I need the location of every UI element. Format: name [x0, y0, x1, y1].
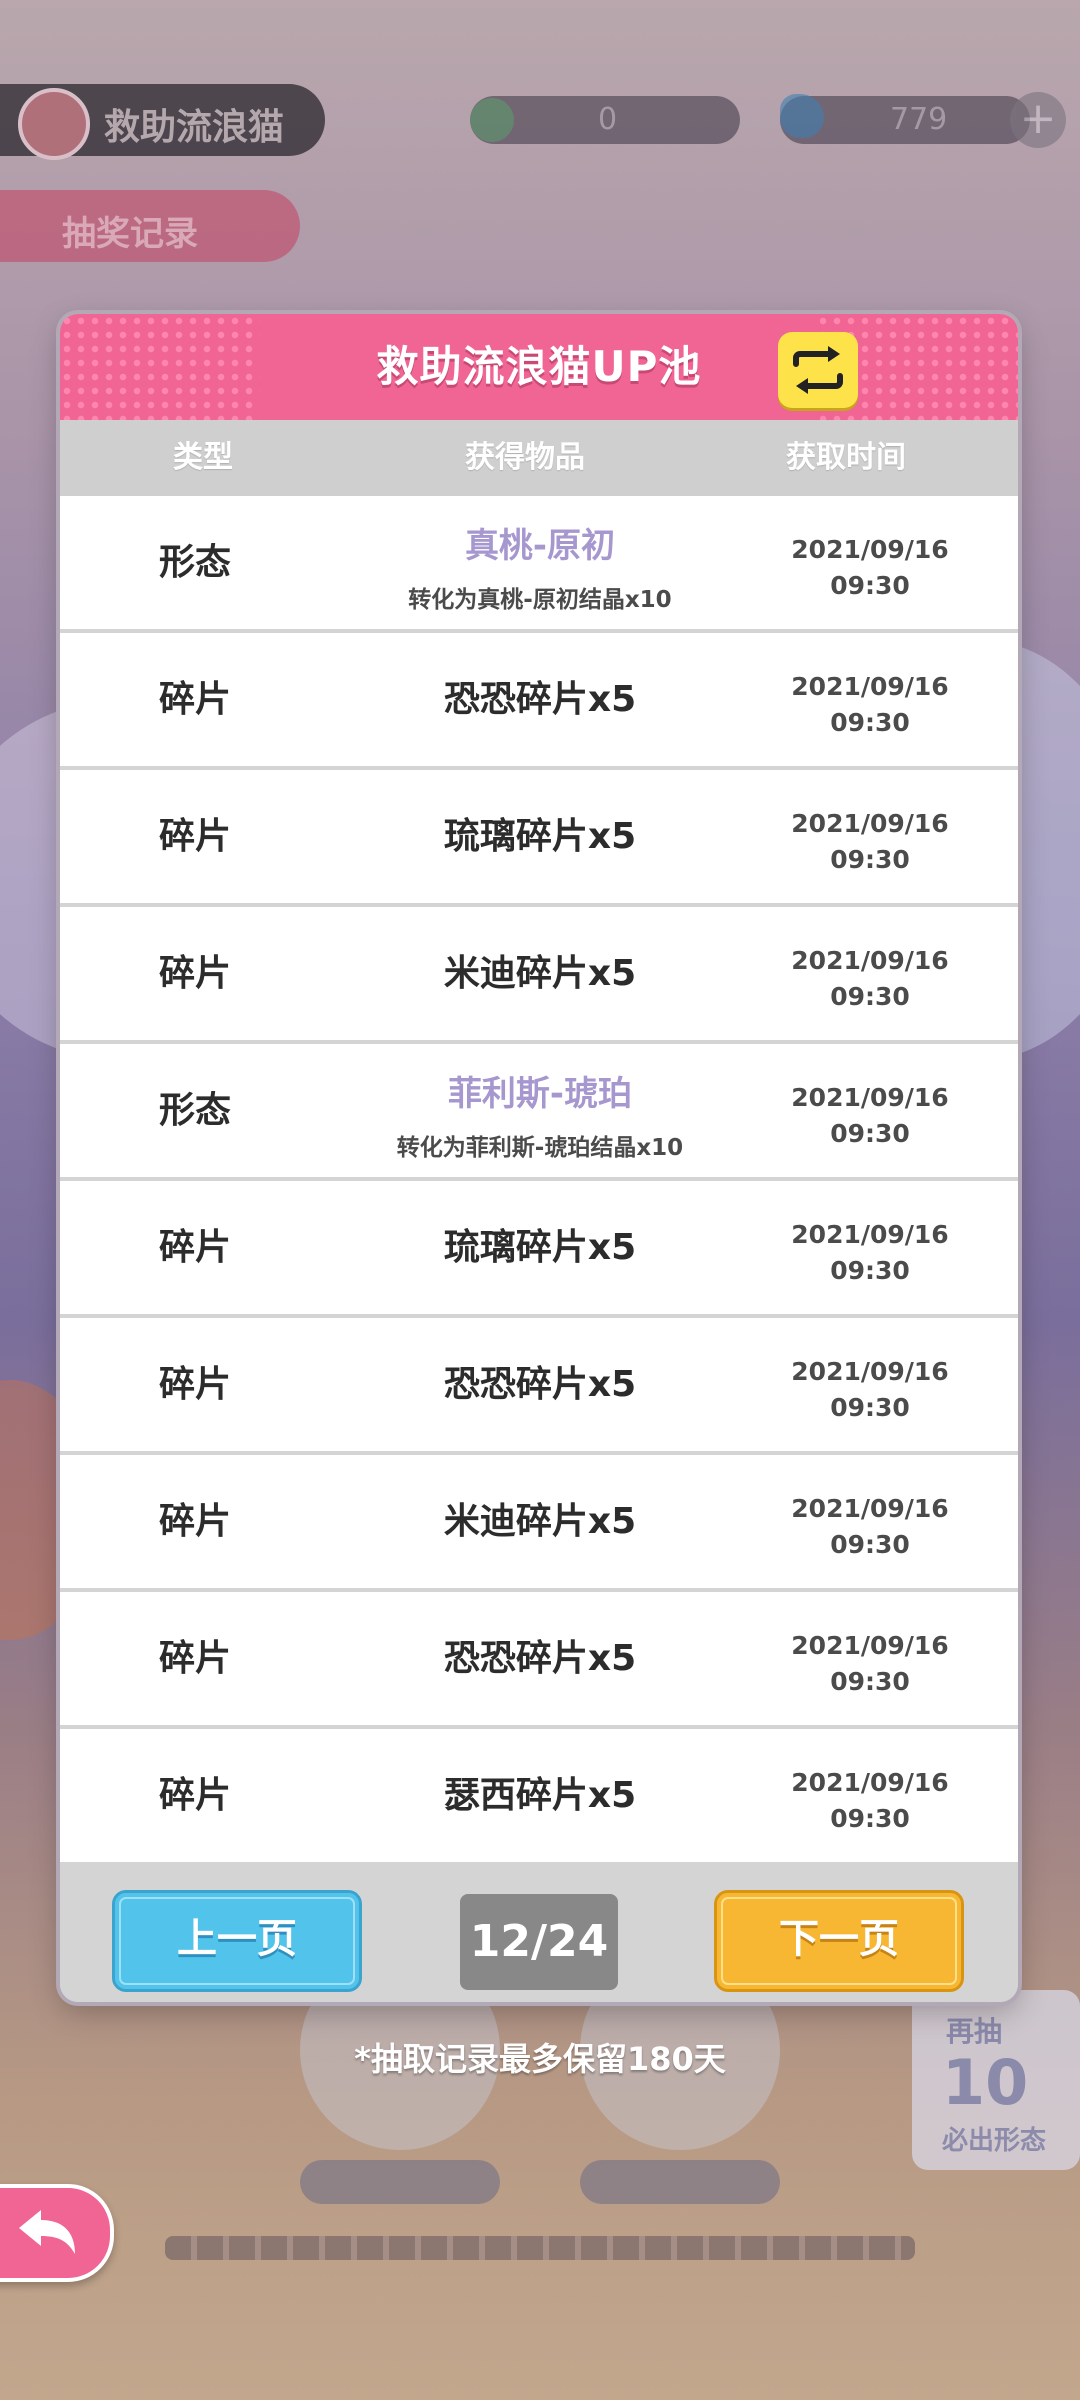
row-clock: 09:30 [830, 1393, 910, 1422]
row-date: 2021/09/16 [791, 809, 949, 838]
table-row: 碎片 琉璃碎片x5 2021/09/16 09:30 [60, 770, 1018, 907]
cost-pill-single [300, 2160, 500, 2204]
table-row: 碎片 恐恐碎片x5 2021/09/16 09:30 [60, 1592, 1018, 1729]
row-item: 真桃-原初 转化为真桃-原初结晶x10 [330, 496, 750, 629]
row-item: 米迪碎片x5 [443, 1501, 637, 1542]
row-time: 2021/09/16 09:30 [760, 943, 980, 1015]
row-date: 2021/09/16 [791, 1083, 949, 1112]
row-type: 碎片 [158, 816, 231, 857]
coin-icon [470, 98, 514, 142]
event-avatar [18, 88, 90, 160]
row-clock: 09:30 [830, 1530, 910, 1559]
row-time: 2021/09/16 09:30 [760, 1080, 980, 1152]
row-date: 2021/09/16 [791, 1357, 949, 1386]
row-type: 形态 [158, 1090, 231, 1131]
pagination-bar: 上一页 12/24 下一页 [60, 1866, 1018, 2002]
row-item: 瑟西碎片x5 [443, 1775, 637, 1816]
retention-note: *抽取记录最多保留180天 [354, 2040, 726, 2078]
row-clock: 09:30 [830, 708, 910, 737]
row-time: 2021/09/16 09:30 [760, 1765, 980, 1837]
cost-pill-ten [580, 2160, 780, 2204]
row-clock: 09:30 [830, 1256, 910, 1285]
back-arrow-icon [19, 2210, 75, 2254]
row-date: 2021/09/16 [791, 672, 949, 701]
row-clock: 09:30 [830, 1804, 910, 1833]
row-item: 菲利斯-琥珀 转化为菲利斯-琥珀结晶x10 [330, 1044, 750, 1177]
row-time: 2021/09/16 09:30 [760, 1628, 980, 1700]
row-type: 碎片 [158, 953, 231, 994]
modal-title: 救助流浪猫UP池 [376, 342, 702, 391]
record-list[interactable]: 形态 真桃-原初 转化为真桃-原初结晶x10 2021/09/16 09:30 … [60, 496, 1018, 1862]
row-type: 碎片 [158, 1775, 231, 1816]
row-item-conversion: 转化为真桃-原初结晶x10 [408, 587, 672, 613]
table-row: 碎片 琉璃碎片x5 2021/09/16 09:30 [60, 1181, 1018, 1318]
prev-page-button[interactable]: 上一页 [112, 1890, 362, 1992]
col-type: 类型 [173, 440, 233, 475]
row-item-name: 菲利斯-琥珀 [447, 1074, 633, 1114]
table-row: 碎片 米迪碎片x5 2021/09/16 09:30 [60, 907, 1018, 1044]
col-item: 获得物品 [465, 440, 585, 475]
currency-b-value: 779 [890, 102, 948, 137]
row-clock: 09:30 [830, 982, 910, 1011]
table-row: 碎片 恐恐碎片x5 2021/09/16 09:30 [60, 633, 1018, 770]
switch-pool-button[interactable] [778, 332, 858, 408]
row-clock: 09:30 [830, 571, 910, 600]
row-item-conversion: 转化为菲利斯-琥珀结晶x10 [396, 1135, 684, 1161]
row-time: 2021/09/16 09:30 [760, 1354, 980, 1426]
rules-text [165, 2236, 915, 2260]
row-clock: 09:30 [830, 845, 910, 874]
row-type: 碎片 [158, 679, 231, 720]
table-row: 碎片 瑟西碎片x5 2021/09/16 09:30 [60, 1729, 1018, 1862]
row-date: 2021/09/16 [791, 1631, 949, 1660]
draw-history-modal: 救助流浪猫UP池 类型 获得物品 获取时间 形态 真桃-原初 转化为真桃-原初结… [60, 314, 1018, 2002]
swap-arrows-icon [793, 346, 843, 394]
col-time: 获取时间 [786, 440, 906, 475]
row-item: 米迪碎片x5 [443, 953, 637, 994]
row-type: 形态 [158, 542, 231, 583]
row-date: 2021/09/16 [791, 1768, 949, 1797]
row-time: 2021/09/16 09:30 [760, 1217, 980, 1289]
row-item: 恐恐碎片x5 [443, 679, 637, 720]
currency-a-value: 0 [598, 102, 618, 137]
row-type: 碎片 [158, 1638, 231, 1679]
row-item: 琉璃碎片x5 [443, 1227, 637, 1268]
row-item: 琉璃碎片x5 [443, 816, 637, 857]
draw-record-tab-label: 抽奖记录 [62, 214, 198, 254]
row-time: 2021/09/16 09:30 [760, 532, 980, 604]
gem-icon [780, 94, 824, 138]
table-header: 类型 获得物品 获取时间 [60, 420, 1018, 496]
row-clock: 09:30 [830, 1667, 910, 1696]
row-type: 碎片 [158, 1364, 231, 1405]
row-clock: 09:30 [830, 1119, 910, 1148]
table-row: 形态 菲利斯-琥珀 转化为菲利斯-琥珀结晶x10 2021/09/16 09:3… [60, 1044, 1018, 1181]
row-time: 2021/09/16 09:30 [760, 1491, 980, 1563]
back-button[interactable] [0, 2184, 114, 2282]
row-date: 2021/09/16 [791, 946, 949, 975]
guarantee-card: 再抽 10 必出形态 [912, 1990, 1080, 2170]
page-indicator: 12/24 [460, 1894, 618, 1990]
row-date: 2021/09/16 [791, 1220, 949, 1249]
table-row: 碎片 恐恐碎片x5 2021/09/16 09:30 [60, 1318, 1018, 1455]
row-item: 恐恐碎片x5 [443, 1638, 637, 1679]
row-date: 2021/09/16 [791, 535, 949, 564]
table-row: 碎片 米迪碎片x5 2021/09/16 09:30 [60, 1455, 1018, 1592]
row-type: 碎片 [158, 1501, 231, 1542]
event-title: 救助流浪猫 [104, 107, 285, 148]
table-row: 形态 真桃-原初 转化为真桃-原初结晶x10 2021/09/16 09:30 [60, 496, 1018, 633]
row-date: 2021/09/16 [791, 1494, 949, 1523]
row-item: 恐恐碎片x5 [443, 1364, 637, 1405]
row-time: 2021/09/16 09:30 [760, 806, 980, 878]
next-page-button[interactable]: 下一页 [714, 1890, 964, 1992]
add-currency-button[interactable]: + [1010, 92, 1066, 148]
row-type: 碎片 [158, 1227, 231, 1268]
row-time: 2021/09/16 09:30 [760, 669, 980, 741]
row-item-name: 真桃-原初 [464, 526, 616, 566]
